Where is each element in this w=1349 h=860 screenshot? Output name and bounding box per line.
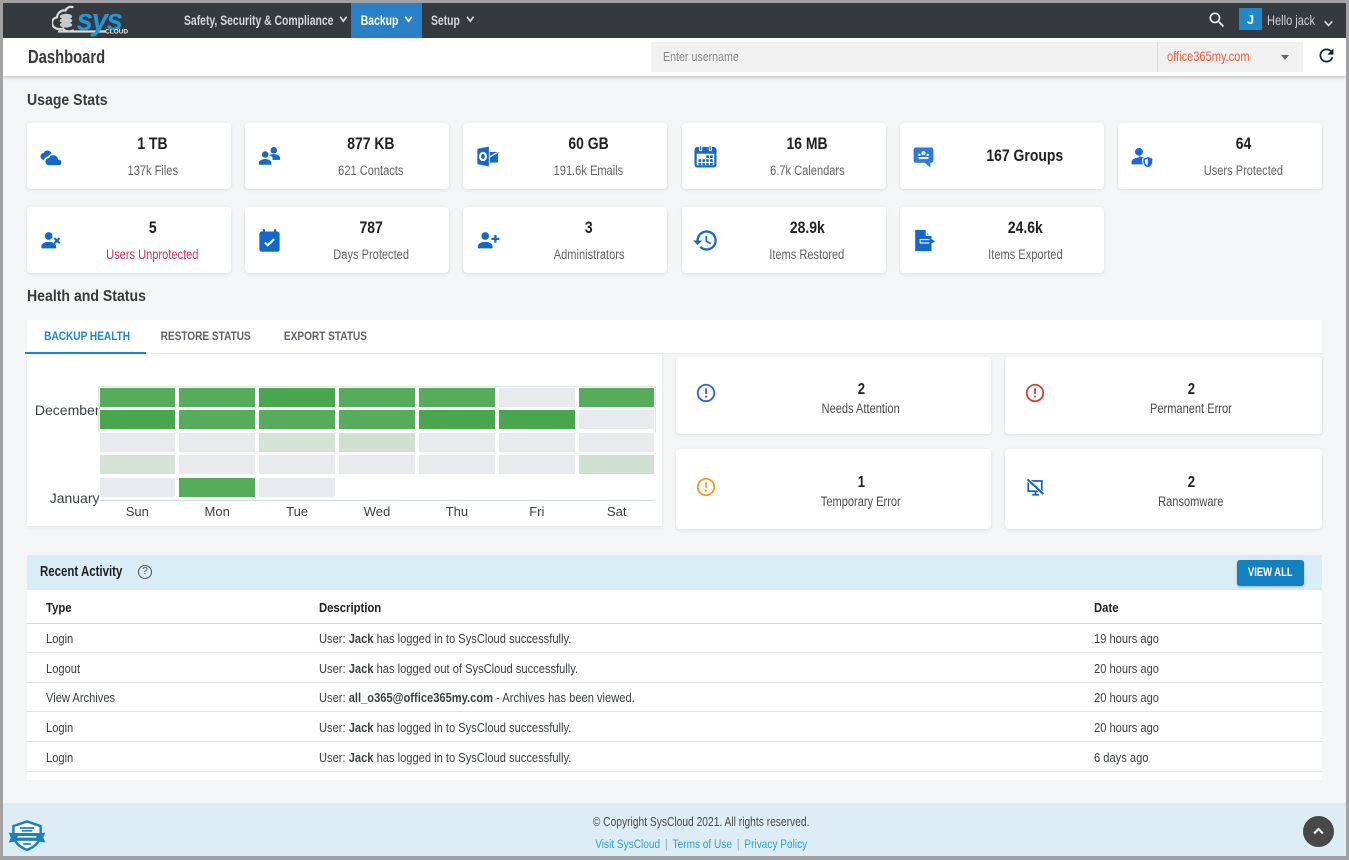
svg-text:CLOUD: CLOUD — [105, 29, 128, 36]
